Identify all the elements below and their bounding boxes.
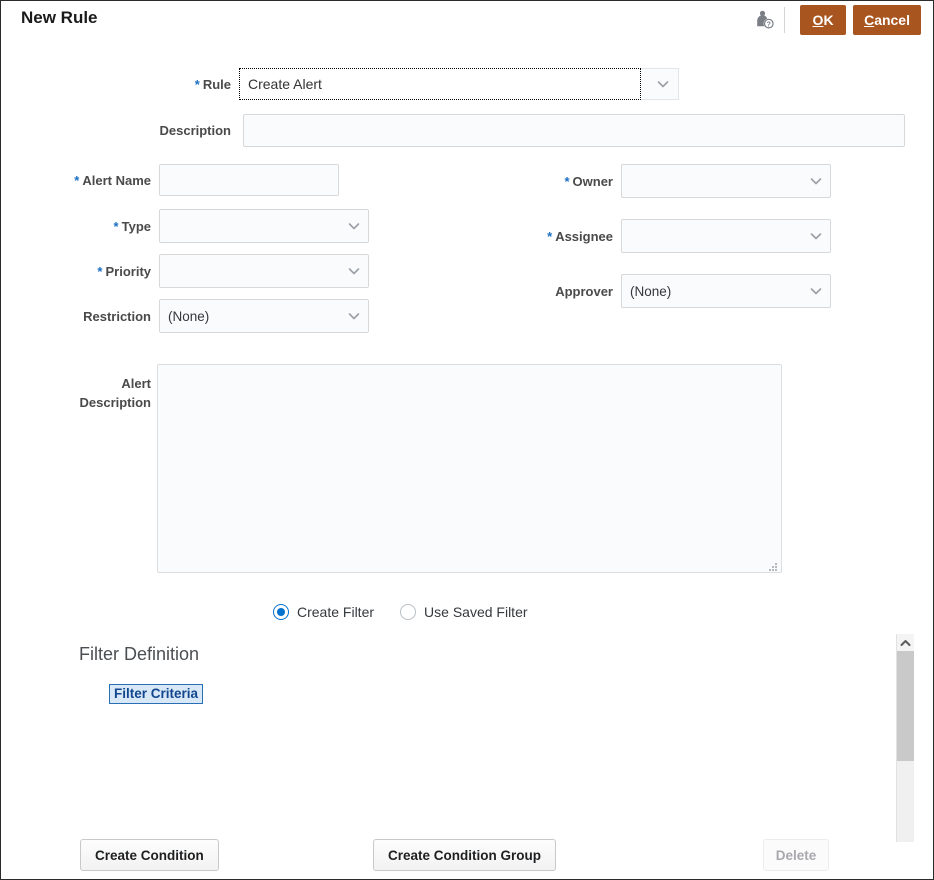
type-select-value[interactable] bbox=[159, 209, 369, 243]
alert-name-input[interactable] bbox=[159, 164, 339, 196]
field-row-alert-name: *Alert Name bbox=[51, 164, 339, 196]
required-indicator: * bbox=[195, 77, 200, 92]
description-input[interactable] bbox=[243, 114, 905, 147]
priority-select[interactable] bbox=[159, 254, 369, 288]
field-row-approver: Approver bbox=[521, 274, 831, 308]
required-indicator: * bbox=[74, 173, 79, 188]
field-row-assignee: *Assignee bbox=[521, 219, 831, 253]
rule-dropdown-button[interactable] bbox=[641, 68, 679, 100]
owner-select-value[interactable] bbox=[621, 164, 831, 198]
assignee-select-value[interactable] bbox=[621, 219, 831, 253]
chevron-down-icon bbox=[656, 77, 670, 91]
radio-create-filter[interactable]: Create Filter bbox=[273, 604, 374, 620]
tree-node-filter-criteria[interactable]: Filter Criteria bbox=[109, 684, 203, 704]
dialog-header: New Rule ? OK Cancel bbox=[1, 1, 933, 41]
radio-use-saved-filter[interactable]: Use Saved Filter bbox=[400, 604, 527, 620]
field-row-type: *Type bbox=[51, 209, 369, 243]
rule-input[interactable] bbox=[240, 69, 640, 99]
chevron-up-icon bbox=[900, 634, 911, 652]
field-row-restriction: Restriction bbox=[51, 299, 369, 333]
required-indicator: * bbox=[547, 229, 552, 244]
filter-mode-radio-group: Create Filter Use Saved Filter bbox=[273, 604, 528, 620]
alert-description-label-line1: Alert bbox=[61, 374, 151, 393]
scroll-up-button[interactable] bbox=[897, 634, 914, 651]
alert-description-label-line2: Description bbox=[61, 393, 151, 412]
priority-select-value[interactable] bbox=[159, 254, 369, 288]
approver-select-value[interactable] bbox=[621, 274, 831, 308]
radio-mark-selected-icon bbox=[273, 604, 289, 620]
priority-label: *Priority bbox=[51, 264, 151, 279]
create-condition-button[interactable]: Create Condition bbox=[80, 839, 219, 871]
field-row-priority: *Priority bbox=[51, 254, 369, 288]
alert-name-label: *Alert Name bbox=[51, 173, 151, 188]
ok-button[interactable]: OK bbox=[800, 5, 846, 35]
header-divider bbox=[784, 7, 785, 33]
owner-label: *Owner bbox=[521, 174, 613, 189]
cancel-accel-char: C bbox=[864, 12, 874, 28]
svg-text:?: ? bbox=[767, 22, 771, 29]
radio-mark-unselected-icon bbox=[400, 604, 416, 620]
owner-select[interactable] bbox=[621, 164, 831, 198]
header-actions: ? OK Cancel bbox=[752, 4, 921, 36]
radio-create-filter-label: Create Filter bbox=[297, 604, 374, 620]
cancel-rest-label: ancel bbox=[874, 12, 910, 28]
assignee-select[interactable] bbox=[621, 219, 831, 253]
ok-accel-char: O bbox=[813, 12, 824, 28]
alert-description-label: Alert Description bbox=[61, 374, 151, 412]
filter-tree-scrollbar[interactable] bbox=[896, 634, 914, 842]
approver-select[interactable] bbox=[621, 274, 831, 308]
required-indicator: * bbox=[114, 219, 119, 234]
required-indicator: * bbox=[564, 174, 569, 189]
field-row-rule: *Rule bbox=[141, 68, 679, 100]
filter-definition-heading: Filter Definition bbox=[79, 644, 199, 665]
scrollbar-thumb[interactable] bbox=[897, 651, 914, 761]
restriction-select[interactable] bbox=[159, 299, 369, 333]
description-label: Description bbox=[141, 123, 231, 138]
new-rule-dialog: New Rule ? OK Cancel *Rule bbox=[0, 0, 934, 880]
field-row-owner: *Owner bbox=[521, 164, 831, 198]
approver-label: Approver bbox=[521, 284, 613, 299]
alert-description-textarea[interactable] bbox=[158, 365, 781, 572]
page-title: New Rule bbox=[21, 8, 98, 28]
radio-use-saved-filter-label: Use Saved Filter bbox=[424, 604, 527, 620]
rule-combobox[interactable] bbox=[239, 68, 641, 100]
required-indicator: * bbox=[97, 264, 102, 279]
cancel-button[interactable]: Cancel bbox=[853, 5, 921, 35]
resize-grip-icon[interactable] bbox=[768, 559, 778, 569]
create-condition-group-button[interactable]: Create Condition Group bbox=[373, 839, 556, 871]
type-label: *Type bbox=[51, 219, 151, 234]
restriction-select-value[interactable] bbox=[159, 299, 369, 333]
alert-description-field[interactable] bbox=[157, 364, 782, 573]
ok-rest-label: K bbox=[823, 12, 833, 28]
field-row-description: Description bbox=[141, 114, 905, 147]
rule-label: *Rule bbox=[141, 77, 231, 92]
user-help-icon[interactable]: ? bbox=[752, 7, 778, 33]
delete-button[interactable]: Delete bbox=[763, 839, 829, 871]
assignee-label: *Assignee bbox=[521, 229, 613, 244]
type-select[interactable] bbox=[159, 209, 369, 243]
restriction-label: Restriction bbox=[51, 309, 151, 324]
